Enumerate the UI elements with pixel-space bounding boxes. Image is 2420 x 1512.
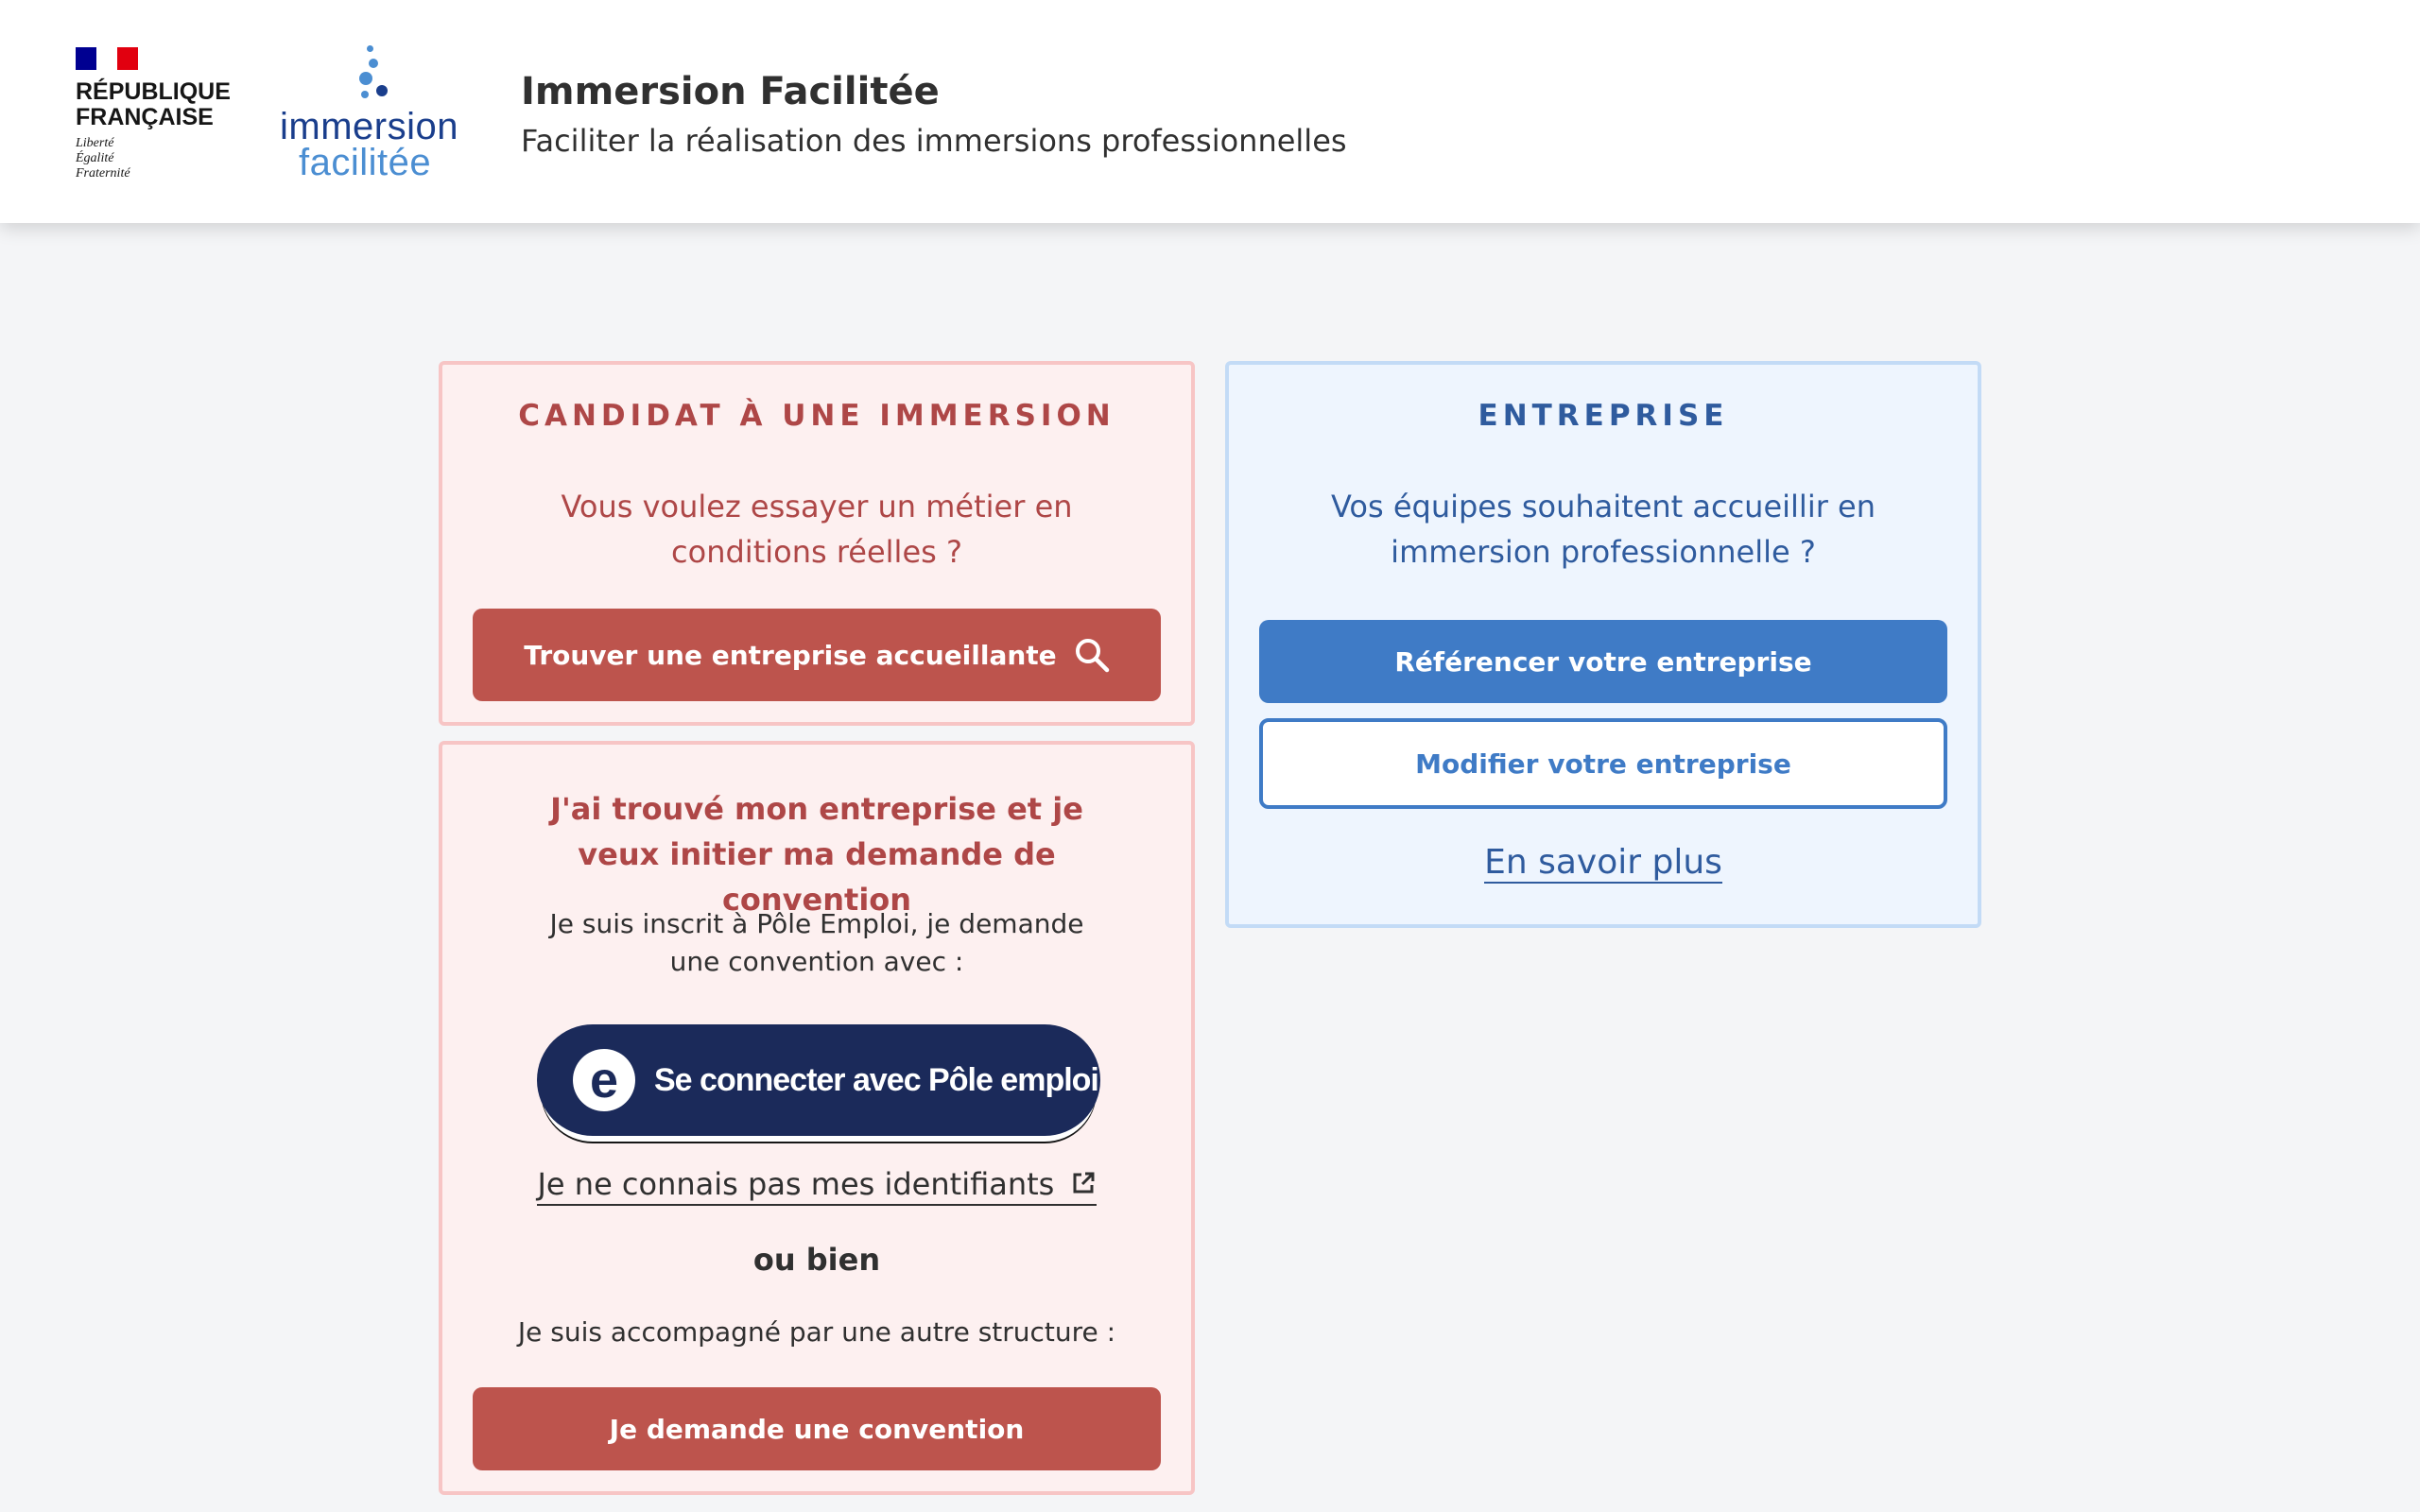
bubbles-icon (355, 42, 393, 108)
logo-word-facilitee: facilitée (299, 142, 432, 183)
forgot-credentials-label: Je ne connais pas mes identifiants (537, 1166, 1055, 1202)
forgot-credentials-link-wrapper: Je ne connais pas mes identifiants (442, 1166, 1191, 1206)
learn-more-link[interactable]: En savoir plus (1484, 843, 1722, 884)
convention-card: J'ai trouvé mon entreprise et je veux in… (439, 741, 1195, 1495)
convention-card-title: J'ai trouvé mon entreprise et je veux in… (550, 791, 1083, 918)
business-card-subtitle: Vos équipes souhaitent accueillir en imm… (1330, 489, 1876, 570)
or-separator: ou bien (752, 1242, 881, 1278)
logo-word-immersion: immersion (280, 106, 458, 147)
search-icon (1074, 637, 1110, 673)
site-header: RÉPUBLIQUE FRANÇAISE Liberté Égalité Fra… (0, 0, 2420, 223)
other-structure-intro: Je suis accompagné par une autre structu… (517, 1316, 1116, 1348)
republique-francaise-logo[interactable]: RÉPUBLIQUE FRANÇAISE Liberté Égalité Fra… (76, 47, 231, 181)
pole-emploi-connect-button[interactable]: e Se connecter avec Pôle emploi (537, 1024, 1100, 1136)
candidate-card: CANDIDAT À UNE IMMERSION Vous voulez ess… (439, 361, 1195, 726)
candidate-card-subtitle: Vous voulez essayer un métier en conditi… (561, 489, 1073, 570)
site-tagline: Faciliter la réalisation des immersions … (521, 123, 1347, 159)
republique-line-1: RÉPUBLIQUE (76, 78, 231, 105)
french-flag-icon (76, 47, 138, 70)
site-title[interactable]: Immersion Facilitée (521, 70, 940, 113)
republique-line-2: FRANÇAISE (76, 104, 214, 130)
edit-company-button[interactable]: Modifier votre entreprise (1259, 718, 1947, 809)
forgot-credentials-link[interactable]: Je ne connais pas mes identifiants (537, 1166, 1097, 1206)
request-convention-button[interactable]: Je demande une convention (473, 1387, 1161, 1470)
republique-label: RÉPUBLIQUE FRANÇAISE (76, 79, 231, 130)
republique-motto: Liberté Égalité Fraternité (76, 136, 231, 181)
learn-more-link-wrapper: En savoir plus (1229, 843, 1978, 884)
business-card-title: ENTREPRISE (1478, 399, 1729, 433)
find-company-button[interactable]: Trouver une entreprise accueillante (473, 609, 1161, 701)
pole-emploi-intro: Je suis inscrit à Pôle Emploi, je demand… (549, 908, 1084, 977)
register-company-button[interactable]: Référencer votre entreprise (1259, 620, 1947, 703)
pole-emploi-connect-label: Se connecter avec Pôle emploi (654, 1061, 1099, 1098)
motto-line-2: Égalité (76, 151, 114, 165)
business-card: ENTREPRISE Vos équipes souhaitent accuei… (1225, 361, 1981, 928)
motto-line-3: Fraternité (76, 166, 130, 180)
candidate-card-title: CANDIDAT À UNE IMMERSION (518, 399, 1115, 433)
pole-emploi-logo-icon: e (573, 1049, 635, 1111)
external-link-icon (1070, 1168, 1097, 1204)
motto-line-1: Liberté (76, 136, 114, 150)
immersion-facilitee-logo[interactable]: immersion facilitée (276, 42, 465, 183)
find-company-label: Trouver une entreprise accueillante (524, 639, 1057, 671)
